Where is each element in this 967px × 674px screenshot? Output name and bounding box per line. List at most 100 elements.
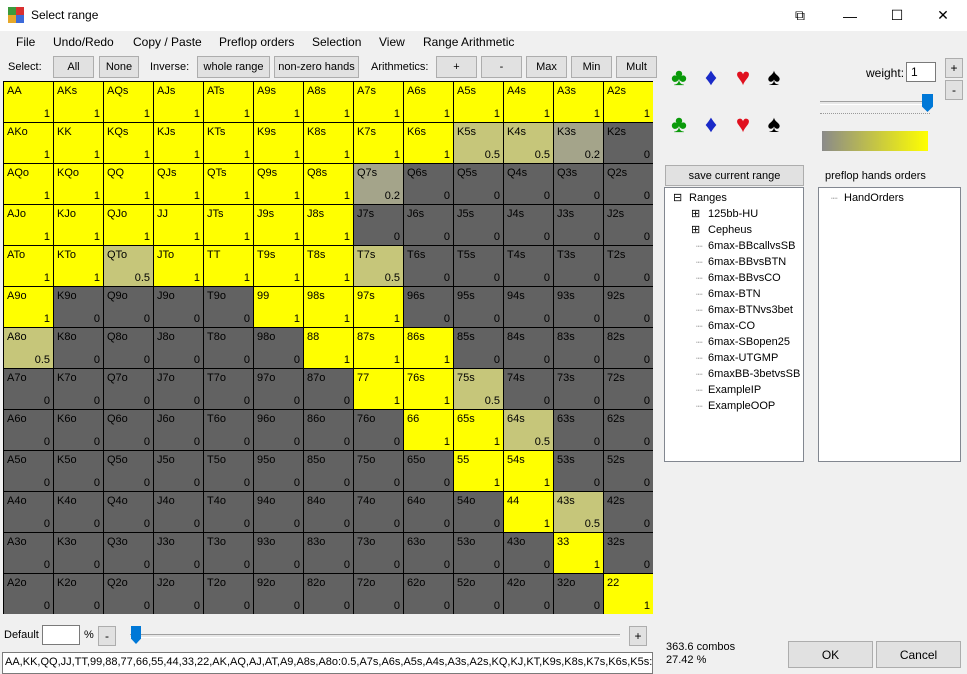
hand-cell[interactable]: 64s 0.5 bbox=[504, 410, 553, 450]
hand-cell[interactable]: J6o 0 bbox=[154, 410, 203, 450]
hand-cell[interactable]: K9s 1 bbox=[254, 123, 303, 163]
hand-cell[interactable]: AJo 1 bbox=[4, 205, 53, 245]
hand-cell[interactable]: 86o 0 bbox=[304, 410, 353, 450]
hand-cell[interactable]: Q3s 0 bbox=[554, 164, 603, 204]
hand-cell[interactable]: J5o 0 bbox=[154, 451, 203, 491]
hand-cell[interactable]: 54s 1 bbox=[504, 451, 553, 491]
hand-cell[interactable]: K2s 0 bbox=[604, 123, 653, 163]
hand-cell[interactable]: J3o 0 bbox=[154, 533, 203, 573]
hand-cell[interactable]: T7o 0 bbox=[204, 369, 253, 409]
hand-cell[interactable]: Q7o 0 bbox=[104, 369, 153, 409]
hand-cell[interactable]: T2o 0 bbox=[204, 574, 253, 614]
hand-cell[interactable]: 95s 0 bbox=[454, 287, 503, 327]
hand-cell[interactable]: 65o 0 bbox=[404, 451, 453, 491]
hand-cell[interactable]: 63s 0 bbox=[554, 410, 603, 450]
hand-cell[interactable]: 94o 0 bbox=[254, 492, 303, 532]
hand-cell[interactable]: K7s 1 bbox=[354, 123, 403, 163]
close-button[interactable]: ✕ bbox=[920, 0, 966, 31]
hand-cell[interactable]: 77 1 bbox=[354, 369, 403, 409]
hand-cell[interactable]: ATo 1 bbox=[4, 246, 53, 286]
hand-cell[interactable]: 52o 0 bbox=[454, 574, 503, 614]
tree-range-item[interactable]: ExampleIP bbox=[708, 384, 761, 396]
club-icon[interactable]: ♣ bbox=[666, 64, 692, 92]
hand-cell[interactable]: K6s 1 bbox=[404, 123, 453, 163]
hand-cell[interactable]: 97o 0 bbox=[254, 369, 303, 409]
hand-cell[interactable]: 62s 0 bbox=[604, 410, 653, 450]
restore-icon[interactable]: ⧉ bbox=[777, 0, 823, 31]
hand-cell[interactable]: T6o 0 bbox=[204, 410, 253, 450]
hand-cell[interactable]: T3o 0 bbox=[204, 533, 253, 573]
hand-cell[interactable]: 87s 1 bbox=[354, 328, 403, 368]
hand-cell[interactable]: Q5o 0 bbox=[104, 451, 153, 491]
hand-cell[interactable]: Q2s 0 bbox=[604, 164, 653, 204]
hand-cell[interactable]: 64o 0 bbox=[404, 492, 453, 532]
hand-cell[interactable]: KK 1 bbox=[54, 123, 103, 163]
hand-cell[interactable]: T4o 0 bbox=[204, 492, 253, 532]
orders-item[interactable]: HandOrders bbox=[844, 192, 904, 204]
default-input[interactable] bbox=[42, 625, 80, 645]
hand-cell[interactable]: A3o 0 bbox=[4, 533, 53, 573]
hand-cell[interactable]: JTs 1 bbox=[204, 205, 253, 245]
hand-cell[interactable]: 63o 0 bbox=[404, 533, 453, 573]
hand-cell[interactable]: Q3o 0 bbox=[104, 533, 153, 573]
maximize-button[interactable]: ☐ bbox=[874, 0, 920, 31]
arith-plus-button[interactable]: + bbox=[436, 56, 477, 78]
hand-cell[interactable]: Q8o 0 bbox=[104, 328, 153, 368]
hand-cell[interactable]: A9o 1 bbox=[4, 287, 53, 327]
cancel-button[interactable]: Cancel bbox=[876, 641, 961, 668]
hand-cell[interactable]: A2s 1 bbox=[604, 82, 653, 122]
hand-cell[interactable]: 82o 0 bbox=[304, 574, 353, 614]
hand-cell[interactable]: 96o 0 bbox=[254, 410, 303, 450]
diamond-icon[interactable]: ♦ bbox=[698, 64, 724, 92]
hand-cell[interactable]: J4o 0 bbox=[154, 492, 203, 532]
hand-cell[interactable]: AJs 1 bbox=[154, 82, 203, 122]
weight-input[interactable]: 1 bbox=[906, 62, 936, 82]
hand-cell[interactable]: 74s 0 bbox=[504, 369, 553, 409]
hand-cell[interactable]: 92s 0 bbox=[604, 287, 653, 327]
hand-cell[interactable]: T5o 0 bbox=[204, 451, 253, 491]
hand-cell[interactable]: Q6o 0 bbox=[104, 410, 153, 450]
menu-preflop-orders[interactable]: Preflop orders bbox=[219, 35, 294, 49]
tree-range-item[interactable]: 6max-BBcallvsSB bbox=[708, 240, 795, 252]
tree-range-item[interactable]: 6max-UTGMP bbox=[708, 352, 778, 364]
hand-cell[interactable]: Q9o 0 bbox=[104, 287, 153, 327]
hand-cell[interactable]: 66 1 bbox=[404, 410, 453, 450]
tree-range-item[interactable]: ExampleOOP bbox=[708, 400, 775, 412]
menu-range-arithmetic[interactable]: Range Arithmetic bbox=[423, 35, 514, 49]
hand-cell[interactable]: T9o 0 bbox=[204, 287, 253, 327]
hand-cell[interactable]: J9s 1 bbox=[254, 205, 303, 245]
hand-cell[interactable]: K8s 1 bbox=[304, 123, 353, 163]
inverse-non-zero-button[interactable]: non-zero hands bbox=[274, 56, 359, 78]
hand-cell[interactable]: J9o 0 bbox=[154, 287, 203, 327]
weight-minus-button[interactable]: - bbox=[945, 80, 963, 100]
hand-cell[interactable]: J7o 0 bbox=[154, 369, 203, 409]
hand-cell[interactable]: A3s 1 bbox=[554, 82, 603, 122]
tree-folder[interactable]: Cepheus bbox=[708, 224, 752, 236]
hand-cell[interactable]: 76s 1 bbox=[404, 369, 453, 409]
arith-min-button[interactable]: Min bbox=[571, 56, 612, 78]
hand-cell[interactable]: 65s 1 bbox=[454, 410, 503, 450]
tree-range-item[interactable]: 6max-BBvsBTN bbox=[708, 256, 786, 268]
hand-cell[interactable]: K3s 0.2 bbox=[554, 123, 603, 163]
arith-max-button[interactable]: Max bbox=[526, 56, 567, 78]
hand-cell[interactable]: KTo 1 bbox=[54, 246, 103, 286]
hand-cell[interactable]: A4s 1 bbox=[504, 82, 553, 122]
hand-cell[interactable]: AQs 1 bbox=[104, 82, 153, 122]
default-slider-track[interactable] bbox=[130, 634, 620, 638]
hand-cell[interactable]: A6o 0 bbox=[4, 410, 53, 450]
hand-cell[interactable]: TT 1 bbox=[204, 246, 253, 286]
hand-cell[interactable]: 84s 0 bbox=[504, 328, 553, 368]
hand-cell[interactable]: 32o 0 bbox=[554, 574, 603, 614]
expand-icon[interactable]: ⊞ bbox=[691, 223, 700, 236]
default-slider-thumb[interactable] bbox=[131, 626, 141, 644]
select-all-button[interactable]: All bbox=[53, 56, 94, 78]
arith-minus-button[interactable]: - bbox=[481, 56, 522, 78]
hand-cell[interactable]: T7s 0.5 bbox=[354, 246, 403, 286]
hand-cell[interactable]: QJs 1 bbox=[154, 164, 203, 204]
diamond-icon[interactable]: ♦ bbox=[698, 111, 724, 139]
hand-cell[interactable]: 82s 0 bbox=[604, 328, 653, 368]
hand-cell[interactable]: KJo 1 bbox=[54, 205, 103, 245]
expand-icon[interactable]: ⊞ bbox=[691, 207, 700, 220]
heart-icon[interactable]: ♥ bbox=[730, 111, 756, 139]
hand-cell[interactable]: 96s 0 bbox=[404, 287, 453, 327]
